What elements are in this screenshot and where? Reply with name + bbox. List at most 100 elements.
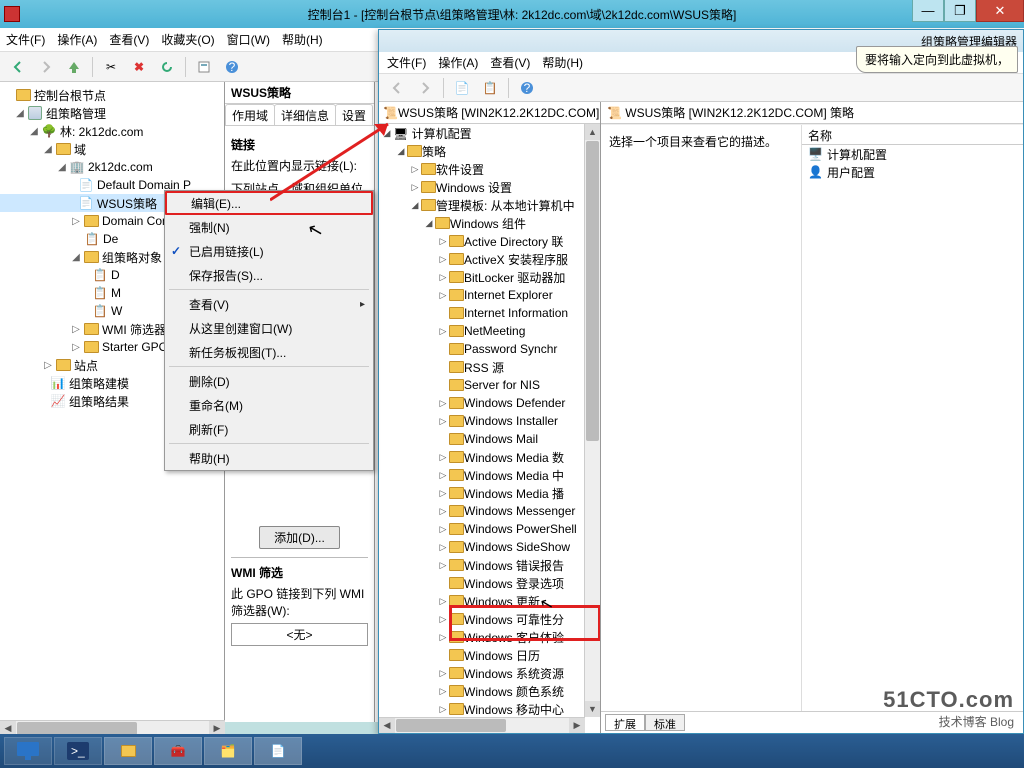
gpe-tab-ext[interactable]: 扩展 [605, 714, 645, 731]
list-item-comp[interactable]: 🖥️计算机配置 [802, 145, 1023, 163]
menu-action[interactable]: 操作(A) [57, 31, 97, 48]
gpe-node-24[interactable]: ▷Windows 系统资源 [379, 664, 600, 682]
gpe-node-8[interactable]: Server for NIS [379, 376, 600, 394]
gpe-hscroll-thumb[interactable] [396, 719, 506, 732]
folder-icon [55, 142, 71, 156]
menu-view[interactable]: 查看(V) [109, 31, 149, 48]
list-item-user[interactable]: 👤用户配置 [802, 163, 1023, 181]
gpe-props-icon[interactable]: 📄 [450, 76, 474, 100]
gpe-compcfg[interactable]: ◢🖥 计算机配置 [379, 124, 600, 142]
tree-domain[interactable]: ◢🏢2k12dc.com [0, 158, 224, 176]
gpe-node-25[interactable]: ▷Windows 颜色系统 [379, 682, 600, 700]
delete-icon[interactable]: ✖ [127, 55, 151, 79]
ctx-newtask[interactable]: 新任务板视图(T)... [165, 340, 373, 364]
taskbar: >_ 🧰 🗂️ 📄 [0, 734, 1024, 768]
gpe-menu-view[interactable]: 查看(V) [490, 54, 530, 71]
task-servermgr[interactable] [4, 737, 52, 765]
help-icon[interactable]: ? [220, 55, 244, 79]
gpe-hscroll-right[interactable]: ▶ [569, 718, 585, 733]
gpe-node-11[interactable]: Windows Mail [379, 430, 600, 448]
add-button[interactable]: 添加(D)... [259, 526, 340, 549]
gpe-node-15[interactable]: ▷Windows Messenger [379, 502, 600, 520]
folder-icon [421, 181, 436, 193]
gpe-hscroll-left[interactable]: ◀ [379, 718, 395, 733]
gpe-wincomp[interactable]: ◢Windows 组件 [379, 214, 600, 232]
ctx-view[interactable]: 查看(V) [165, 292, 373, 316]
maximize-button[interactable]: ❐ [944, 0, 976, 22]
gpe-filter-icon[interactable]: 📋 [478, 76, 502, 100]
menu-fav[interactable]: 收藏夹(O) [161, 31, 214, 48]
ctx-rename[interactable]: 重命名(M) [165, 393, 373, 417]
back-button[interactable] [6, 55, 30, 79]
gpe-node-12[interactable]: ▷Windows Media 数 [379, 448, 600, 466]
minimize-button[interactable]: — [912, 0, 944, 22]
wmi-combo[interactable]: <无> [231, 623, 368, 646]
gpe-vscroll-down[interactable]: ▼ [585, 701, 600, 717]
gpe-node-1[interactable]: ▷ActiveX 安装程序服 [379, 250, 600, 268]
gpe-back-button[interactable] [385, 76, 409, 100]
gpe-node-20[interactable]: ▷Windows 更新 [379, 592, 600, 610]
gpe-list-header[interactable]: 名称 [802, 125, 1023, 145]
gpe-vscroll-thumb[interactable] [586, 141, 599, 441]
task-explorer[interactable] [104, 737, 152, 765]
gpe-menu-help[interactable]: 帮助(H) [542, 54, 583, 71]
ctx-delete[interactable]: 删除(D) [165, 369, 373, 393]
gpe-node-23[interactable]: Windows 日历 [379, 646, 600, 664]
task-powershell[interactable]: >_ [54, 737, 102, 765]
gpe-node-14[interactable]: ▷Windows Media 播 [379, 484, 600, 502]
gpe-node-0[interactable]: ▷Active Directory 联 [379, 232, 600, 250]
tree-root[interactable]: 控制台根节点 [0, 86, 224, 104]
gpe-node-22[interactable]: ▷Windows 客户体验 [379, 628, 600, 646]
gpe-toolbar: 📄 📋 ? [379, 74, 1023, 102]
gpe-node-2[interactable]: ▷BitLocker 驱动器加 [379, 268, 600, 286]
gpe-node-13[interactable]: ▷Windows Media 中 [379, 466, 600, 484]
gpe-node-3[interactable]: ▷Internet Explorer [379, 286, 600, 304]
gpe-node-17[interactable]: ▷Windows SideShow [379, 538, 600, 556]
task-toolbox[interactable]: 🧰 [154, 737, 202, 765]
ctx-newwin[interactable]: 从这里创建窗口(W) [165, 316, 373, 340]
gpe-node-7[interactable]: RSS 源 [379, 358, 600, 376]
tree-forest[interactable]: ◢🌳林: 2k12dc.com [0, 122, 224, 140]
cut-icon[interactable]: ✂ [99, 55, 123, 79]
gpe-swset[interactable]: ▷软件设置 [379, 160, 600, 178]
gpe-node-19[interactable]: Windows 登录选项 [379, 574, 600, 592]
ctx-refresh[interactable]: 刷新(F) [165, 417, 373, 441]
gpe-help-icon[interactable]: ? [515, 76, 539, 100]
task-mmc[interactable]: 🗂️ [204, 737, 252, 765]
folder-icon [83, 340, 99, 354]
ctx-save[interactable]: 保存报告(S)... [165, 263, 373, 287]
gpe-winset[interactable]: ▷Windows 设置 [379, 178, 600, 196]
tree-gpm[interactable]: ◢组策略管理 [0, 104, 224, 122]
gpe-node-16[interactable]: ▷Windows PowerShell [379, 520, 600, 538]
gpe-node-9[interactable]: ▷Windows Defender [379, 394, 600, 412]
gpe-policy[interactable]: ◢策略 [379, 142, 600, 160]
refresh-icon[interactable] [155, 55, 179, 79]
gpe-node-10[interactable]: ▷Windows Installer [379, 412, 600, 430]
props-icon[interactable] [192, 55, 216, 79]
gpe-node-26[interactable]: ▷Windows 移动中心 [379, 700, 600, 718]
ctx-enable[interactable]: 已启用链接(L) [165, 239, 373, 263]
menu-help[interactable]: 帮助(H) [282, 31, 323, 48]
gpe-fwd-button[interactable] [413, 76, 437, 100]
gpe-vscroll-up[interactable]: ▲ [585, 124, 600, 140]
gpe-admtpl[interactable]: ◢管理模板: 从本地计算机中 [379, 196, 600, 214]
menu-file[interactable]: 文件(F) [6, 31, 45, 48]
ctx-force[interactable]: 强制(N) [165, 215, 373, 239]
task-notepad[interactable]: 📄 [254, 737, 302, 765]
gpe-menu-action[interactable]: 操作(A) [438, 54, 478, 71]
up-button[interactable] [62, 55, 86, 79]
gpe-node-18[interactable]: ▷Windows 错误报告 [379, 556, 600, 574]
folder-icon [449, 343, 464, 355]
gpe-menu-file[interactable]: 文件(F) [387, 54, 426, 71]
fwd-button[interactable] [34, 55, 58, 79]
menu-window[interactable]: 窗口(W) [227, 31, 270, 48]
close-button[interactable]: ✕ [976, 0, 1024, 22]
ctx-help[interactable]: 帮助(H) [165, 446, 373, 470]
gpe-node-21[interactable]: ▷Windows 可靠性分 [379, 610, 600, 628]
gpe-node-5[interactable]: ▷NetMeeting [379, 322, 600, 340]
gpe-node-6[interactable]: Password Synchr [379, 340, 600, 358]
tree-domains[interactable]: ◢域 [0, 140, 224, 158]
gpe-tab-std[interactable]: 标准 [645, 714, 685, 731]
tab-scope[interactable]: 作用域 [225, 104, 275, 125]
gpe-node-4[interactable]: Internet Information [379, 304, 600, 322]
